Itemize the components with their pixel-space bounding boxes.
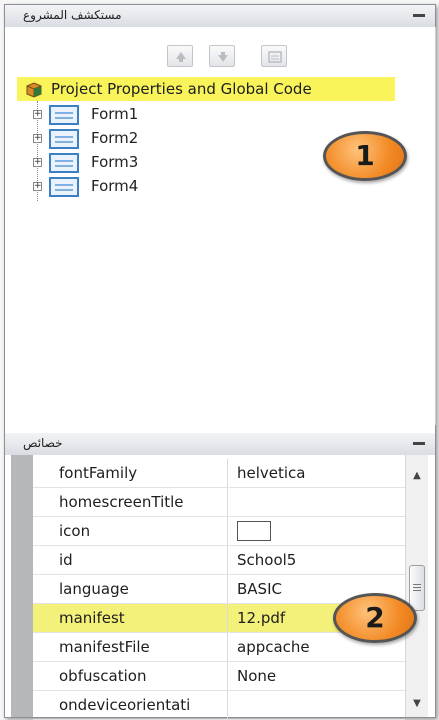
- tree-root-label: Project Properties and Global Code: [51, 80, 312, 98]
- property-value[interactable]: helvetica: [237, 464, 306, 482]
- property-row-icon[interactable]: icon: [33, 517, 405, 546]
- property-value[interactable]: 12.pdf: [237, 609, 285, 627]
- property-row-fontfamily[interactable]: fontFamily helvetica: [33, 459, 405, 488]
- callout-badge-2: 2: [333, 593, 417, 643]
- project-cube-icon: [26, 82, 42, 98]
- property-row-homescreentitle[interactable]: homescreenTitle: [33, 488, 405, 517]
- minimize-icon[interactable]: [413, 14, 425, 17]
- property-name: homescreenTitle: [59, 493, 184, 511]
- column-divider: [227, 662, 228, 690]
- properties-scrollbar[interactable]: ▲ ▼: [405, 455, 428, 717]
- tree-item-form4[interactable]: + Form4: [33, 176, 233, 198]
- column-divider: [227, 517, 228, 545]
- column-divider: [227, 575, 228, 603]
- column-divider: [227, 488, 228, 516]
- column-divider: [227, 633, 228, 661]
- minimize-icon[interactable]: [413, 442, 425, 445]
- property-name: icon: [59, 522, 91, 540]
- tree-root-project-properties[interactable]: Project Properties and Global Code: [17, 77, 395, 101]
- form-list-icon: [268, 51, 282, 63]
- property-row-obfuscation[interactable]: obfuscation None: [33, 662, 405, 691]
- move-down-button[interactable]: [209, 45, 235, 67]
- property-name: manifest: [59, 609, 125, 627]
- property-value[interactable]: School5: [237, 551, 296, 569]
- tree-item-label: Form2: [91, 129, 139, 147]
- tree-item-label: Form1: [91, 105, 139, 123]
- form-icon: [49, 129, 79, 149]
- expand-icon[interactable]: +: [33, 158, 42, 167]
- column-divider: [227, 459, 228, 487]
- window-frame: مستكشف المشروع Project Properties and Gl…: [4, 4, 436, 720]
- tree-item-form2[interactable]: + Form2: [33, 128, 233, 150]
- column-divider: [227, 604, 228, 632]
- properties-title: خصائص: [23, 436, 63, 450]
- form-options-button[interactable]: [261, 45, 287, 67]
- scroll-up-icon[interactable]: ▲: [406, 467, 428, 485]
- expand-icon[interactable]: +: [33, 110, 42, 119]
- property-name: obfuscation: [59, 667, 147, 685]
- property-value[interactable]: None: [237, 667, 276, 685]
- property-row-ondeviceorientation[interactable]: ondeviceorientati: [33, 691, 405, 720]
- callout-badge-1: 1: [323, 131, 407, 181]
- property-name: id: [59, 551, 73, 569]
- property-gutter: [11, 455, 33, 717]
- property-value[interactable]: BASIC: [237, 580, 282, 598]
- form-icon: [49, 105, 79, 125]
- property-value[interactable]: appcache: [237, 638, 310, 656]
- form-icon: [49, 153, 79, 173]
- properties-header: خصائص: [5, 433, 435, 456]
- move-up-button[interactable]: [167, 45, 193, 67]
- icon-swatch[interactable]: [237, 521, 271, 541]
- property-name: language: [59, 580, 129, 598]
- form-icon: [49, 177, 79, 197]
- property-name: manifestFile: [59, 638, 150, 656]
- property-name: fontFamily: [59, 464, 138, 482]
- properties-panel: fontFamily helvetica homescreenTitle ico…: [5, 455, 435, 720]
- column-divider: [227, 691, 228, 719]
- scroll-down-icon[interactable]: ▼: [406, 695, 428, 713]
- expand-icon[interactable]: +: [33, 134, 42, 143]
- tree-item-form1[interactable]: + Form1: [33, 104, 233, 126]
- property-row-id[interactable]: id School5: [33, 546, 405, 575]
- project-explorer-title: مستكشف المشروع: [23, 8, 122, 22]
- arrow-down-icon: [218, 52, 228, 62]
- project-explorer-header: مستكشف المشروع: [5, 5, 435, 28]
- column-divider: [227, 546, 228, 574]
- tree-item-form3[interactable]: + Form3: [33, 152, 233, 174]
- project-explorer-panel: Project Properties and Global Code + For…: [5, 27, 436, 425]
- tree-item-label: Form3: [91, 153, 139, 171]
- property-name: ondeviceorientati: [59, 696, 191, 714]
- expand-icon[interactable]: +: [33, 182, 42, 191]
- scroll-thumb[interactable]: [409, 565, 425, 611]
- tree-item-label: Form4: [91, 177, 139, 195]
- arrow-up-icon: [176, 52, 186, 62]
